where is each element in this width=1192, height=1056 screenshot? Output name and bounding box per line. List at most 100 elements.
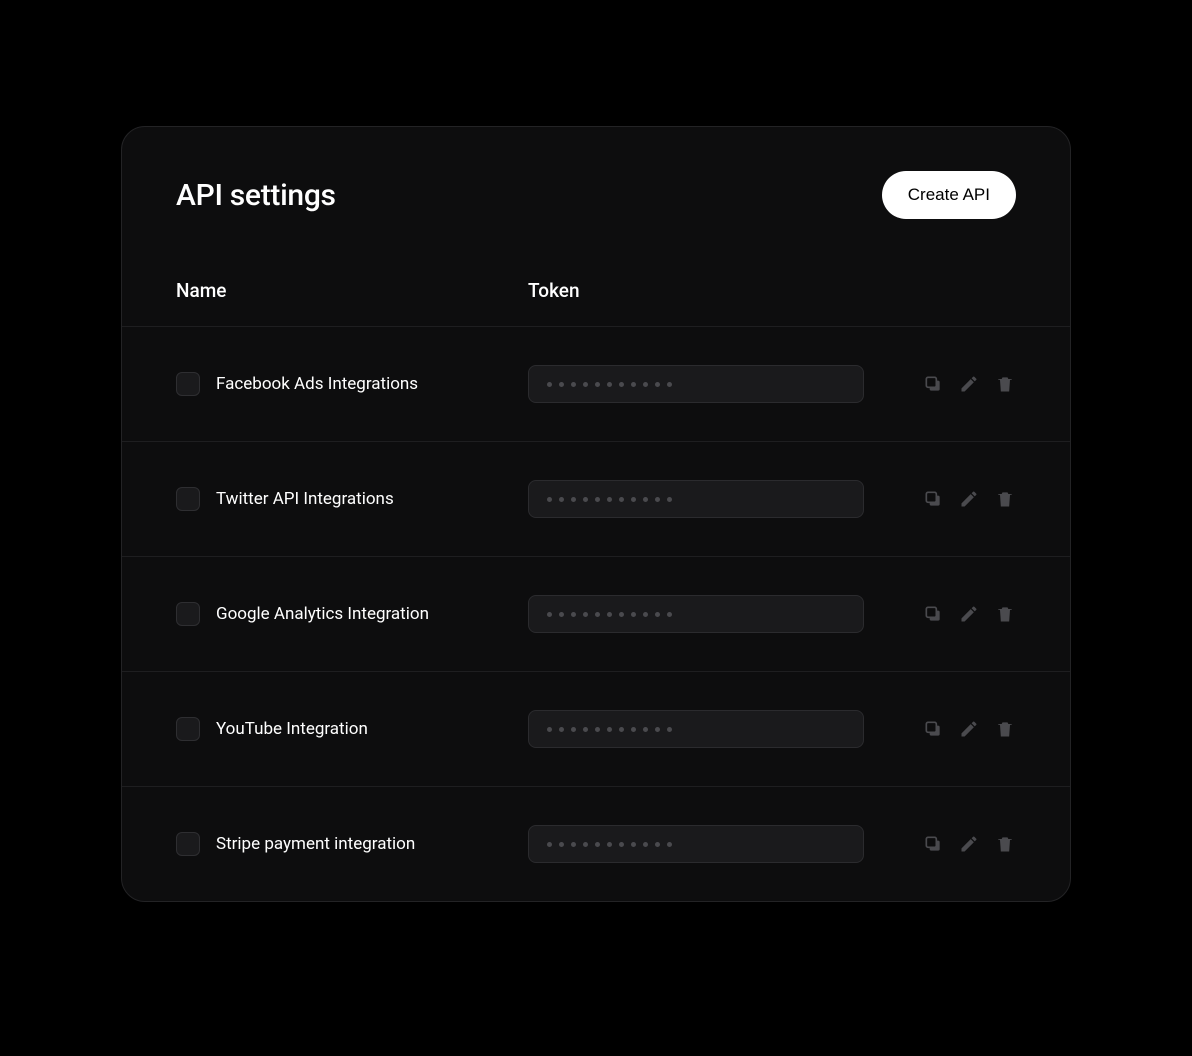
mask-dot: [547, 382, 552, 387]
trash-icon[interactable]: [994, 833, 1016, 855]
row-name: YouTube Integration: [216, 719, 528, 739]
mask-dot: [583, 612, 588, 617]
mask-dot: [547, 497, 552, 502]
row-checkbox[interactable]: [176, 487, 200, 511]
mask-dot: [571, 612, 576, 617]
copy-icon[interactable]: [922, 488, 944, 510]
column-header-token: Token: [528, 279, 580, 302]
mask-dot: [619, 382, 624, 387]
mask-dot: [595, 842, 600, 847]
mask-dot: [571, 497, 576, 502]
mask-dot: [607, 382, 612, 387]
mask-dot: [631, 842, 636, 847]
mask-dot: [547, 842, 552, 847]
edit-icon[interactable]: [958, 373, 980, 395]
row-actions: [922, 718, 1016, 740]
table-row: Twitter API Integrations: [122, 441, 1070, 556]
mask-dot: [655, 842, 660, 847]
table-row: Google Analytics Integration: [122, 556, 1070, 671]
mask-dot: [667, 382, 672, 387]
trash-icon[interactable]: [994, 718, 1016, 740]
row-checkbox[interactable]: [176, 717, 200, 741]
edit-icon[interactable]: [958, 603, 980, 625]
mask-dot: [595, 497, 600, 502]
mask-dot: [667, 497, 672, 502]
row-checkbox[interactable]: [176, 602, 200, 626]
table-row: Stripe payment integration: [122, 786, 1070, 901]
mask-dot: [643, 612, 648, 617]
mask-dot: [667, 727, 672, 732]
mask-dot: [559, 842, 564, 847]
mask-dot: [607, 727, 612, 732]
mask-dot: [619, 612, 624, 617]
mask-dot: [571, 382, 576, 387]
mask-dot: [655, 612, 660, 617]
mask-dot: [547, 727, 552, 732]
mask-dot: [667, 842, 672, 847]
mask-dot: [571, 727, 576, 732]
column-header-name: Name: [176, 279, 528, 302]
card-header: API settings Create API: [122, 127, 1070, 219]
mask-dot: [631, 612, 636, 617]
mask-dot: [583, 382, 588, 387]
copy-icon[interactable]: [922, 603, 944, 625]
table-row: YouTube Integration: [122, 671, 1070, 786]
row-actions: [922, 603, 1016, 625]
mask-dot: [643, 382, 648, 387]
token-field[interactable]: [528, 595, 864, 633]
row-actions: [922, 833, 1016, 855]
mask-dot: [667, 612, 672, 617]
create-api-button[interactable]: Create API: [882, 171, 1016, 219]
row-name: Twitter API Integrations: [216, 489, 528, 509]
table-row: Facebook Ads Integrations: [122, 326, 1070, 441]
edit-icon[interactable]: [958, 718, 980, 740]
mask-dot: [607, 842, 612, 847]
mask-dot: [559, 612, 564, 617]
mask-dot: [631, 497, 636, 502]
token-field[interactable]: [528, 825, 864, 863]
mask-dot: [583, 842, 588, 847]
mask-dot: [583, 727, 588, 732]
trash-icon[interactable]: [994, 488, 1016, 510]
row-name: Google Analytics Integration: [216, 604, 528, 624]
row-actions: [922, 488, 1016, 510]
token-field[interactable]: [528, 710, 864, 748]
mask-dot: [595, 382, 600, 387]
trash-icon[interactable]: [994, 603, 1016, 625]
mask-dot: [595, 612, 600, 617]
mask-dot: [619, 727, 624, 732]
mask-dot: [643, 497, 648, 502]
api-settings-card: API settings Create API Name Token Faceb…: [121, 126, 1071, 902]
mask-dot: [607, 612, 612, 617]
page-title: API settings: [176, 178, 336, 213]
token-field[interactable]: [528, 480, 864, 518]
trash-icon[interactable]: [994, 373, 1016, 395]
edit-icon[interactable]: [958, 488, 980, 510]
mask-dot: [559, 727, 564, 732]
mask-dot: [559, 382, 564, 387]
token-field[interactable]: [528, 365, 864, 403]
copy-icon[interactable]: [922, 718, 944, 740]
mask-dot: [643, 842, 648, 847]
mask-dot: [631, 382, 636, 387]
row-checkbox[interactable]: [176, 372, 200, 396]
mask-dot: [655, 497, 660, 502]
mask-dot: [655, 382, 660, 387]
mask-dot: [655, 727, 660, 732]
row-actions: [922, 373, 1016, 395]
copy-icon[interactable]: [922, 373, 944, 395]
row-name: Stripe payment integration: [216, 834, 528, 854]
mask-dot: [619, 842, 624, 847]
mask-dot: [631, 727, 636, 732]
column-headers: Name Token: [122, 219, 1070, 326]
mask-dot: [595, 727, 600, 732]
copy-icon[interactable]: [922, 833, 944, 855]
mask-dot: [559, 497, 564, 502]
row-checkbox[interactable]: [176, 832, 200, 856]
mask-dot: [571, 842, 576, 847]
mask-dot: [547, 612, 552, 617]
mask-dot: [643, 727, 648, 732]
mask-dot: [619, 497, 624, 502]
edit-icon[interactable]: [958, 833, 980, 855]
mask-dot: [607, 497, 612, 502]
